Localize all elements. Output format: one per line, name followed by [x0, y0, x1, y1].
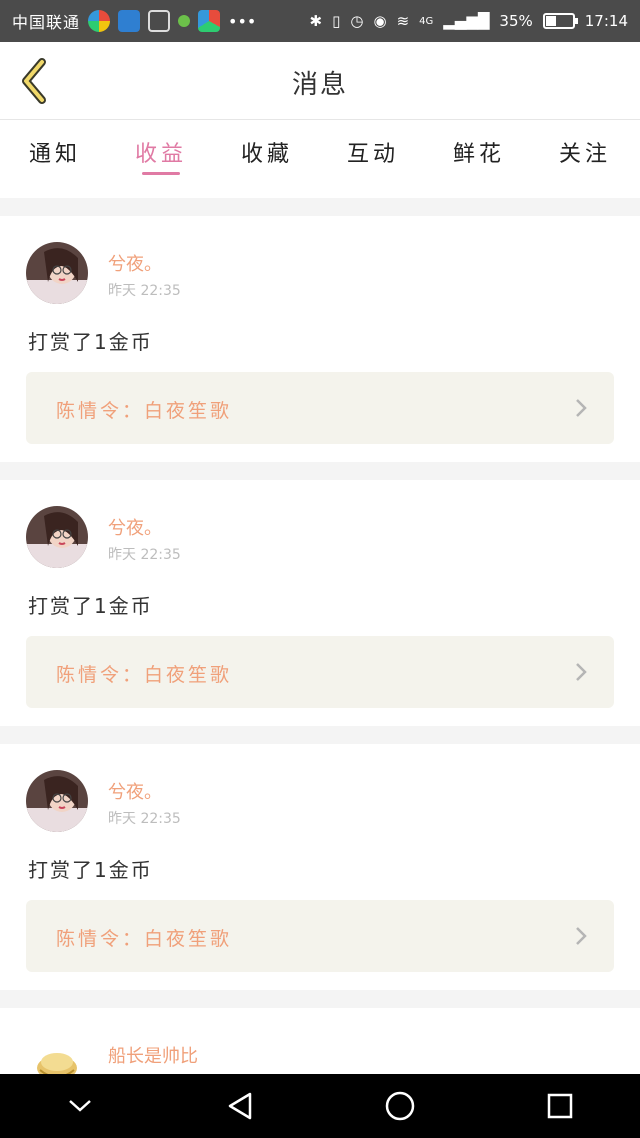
- avatar[interactable]: [26, 242, 88, 304]
- reward-message-card[interactable]: 兮夜。昨天 22:35 打赏了1金币陈情令：白夜笙歌: [0, 480, 640, 726]
- work-link[interactable]: 陈情令：白夜笙歌: [26, 900, 614, 972]
- work-title: 陈情令：白夜笙歌: [56, 664, 233, 686]
- battery-icon: [542, 13, 578, 29]
- work-link[interactable]: 陈情令：白夜笙歌: [26, 372, 614, 444]
- tab-active-underline: [142, 172, 180, 175]
- nav-recents-icon[interactable]: [540, 1086, 580, 1126]
- tab-3[interactable]: 互动: [338, 120, 408, 198]
- chevron-right-icon: [576, 927, 587, 945]
- more-notifications-icon: •••: [228, 11, 257, 31]
- tab-0[interactable]: 通知: [20, 120, 90, 198]
- nav-home-icon[interactable]: [380, 1086, 420, 1126]
- wifi-icon: ≋: [396, 12, 410, 30]
- media-notification-icon: [178, 15, 191, 27]
- sender-name[interactable]: 兮夜。: [108, 778, 162, 804]
- work-title: 陈情令：白夜笙歌: [56, 928, 233, 950]
- tab-label: 收藏: [240, 142, 293, 167]
- alarm-icon: ◷: [350, 12, 364, 30]
- status-bar: 中国联通 ••• ✱ ▯ ◷ ◉ ≋ 4G ▂▄▆█ 35% 17:14: [0, 0, 640, 42]
- tab-label: 收益: [134, 142, 187, 167]
- tab-label: 互动: [346, 142, 399, 167]
- tab-5[interactable]: 关注: [550, 120, 620, 198]
- wifi-app-notification-icon: [118, 10, 141, 32]
- message-time: 昨天 22:35: [108, 547, 181, 563]
- tab-4[interactable]: 鲜花: [444, 120, 514, 198]
- sender-name[interactable]: 兮夜。: [108, 250, 162, 276]
- nav-back-icon[interactable]: [220, 1086, 260, 1126]
- message-time: 昨天 22:35: [108, 283, 181, 299]
- battery-percent: 35%: [499, 12, 533, 30]
- tab-1[interactable]: 收益: [126, 120, 196, 198]
- tab-label: 鲜花: [452, 142, 505, 167]
- network-type: 4G: [419, 15, 434, 27]
- reward-message-card[interactable]: 兮夜。昨天 22:35 打赏了1金币陈情令：白夜笙歌: [0, 744, 640, 990]
- chevron-right-icon: [576, 399, 587, 417]
- work-title: 陈情令：白夜笙歌: [56, 400, 233, 422]
- tab-bar: 通知 收益 收藏 互动 鲜花 关注: [0, 120, 640, 198]
- vibrate-icon: ▯: [332, 12, 341, 30]
- carrier-name: 中国联通: [12, 13, 81, 32]
- message-list: 兮夜。 昨天 22:35 打赏了1金币 陈情令：白夜笙歌 兮夜。 昨天 22:35 打赏了1…: [0, 198, 640, 1074]
- hide-nav-icon[interactable]: [60, 1086, 100, 1126]
- sender-name[interactable]: 兮夜。: [108, 514, 162, 540]
- tab-label: 关注: [558, 142, 611, 167]
- reward-message-card[interactable]: 兮夜。昨天 22:35 打赏了1金币陈情令：白夜笙歌: [0, 216, 640, 462]
- clock: 17:14: [584, 12, 628, 30]
- work-link[interactable]: 陈情令：白夜笙歌: [26, 636, 614, 708]
- app-header: 消息: [0, 42, 640, 120]
- chevron-right-icon: [576, 663, 587, 681]
- message-text: 打赏了1金币: [28, 330, 153, 354]
- avatar[interactable]: [26, 770, 88, 832]
- tab-label: 通知: [28, 142, 81, 167]
- calendar-notification-icon: [148, 10, 171, 32]
- reward-message-card[interactable]: 船长是帅比: [0, 1008, 640, 1074]
- page-title: 消息: [291, 70, 348, 100]
- message-text: 打赏了1金币: [28, 858, 153, 882]
- battery-fill: [545, 16, 556, 26]
- tab-2[interactable]: 收藏: [232, 120, 302, 198]
- avatar[interactable]: [26, 1034, 88, 1074]
- browser-notification-icon: [198, 10, 221, 32]
- message-time: 昨天 22:35: [108, 811, 181, 827]
- eye-icon: ◉: [373, 12, 387, 30]
- bluetooth-icon: ✱: [309, 12, 323, 30]
- sender-name[interactable]: 船长是帅比: [108, 1042, 198, 1068]
- system-nav-bar: [0, 1074, 640, 1138]
- signal-icon: ▂▄▆█: [443, 12, 490, 30]
- avatar[interactable]: [26, 506, 88, 568]
- message-text: 打赏了1金币: [28, 594, 153, 618]
- app-notification-icon: [88, 10, 111, 32]
